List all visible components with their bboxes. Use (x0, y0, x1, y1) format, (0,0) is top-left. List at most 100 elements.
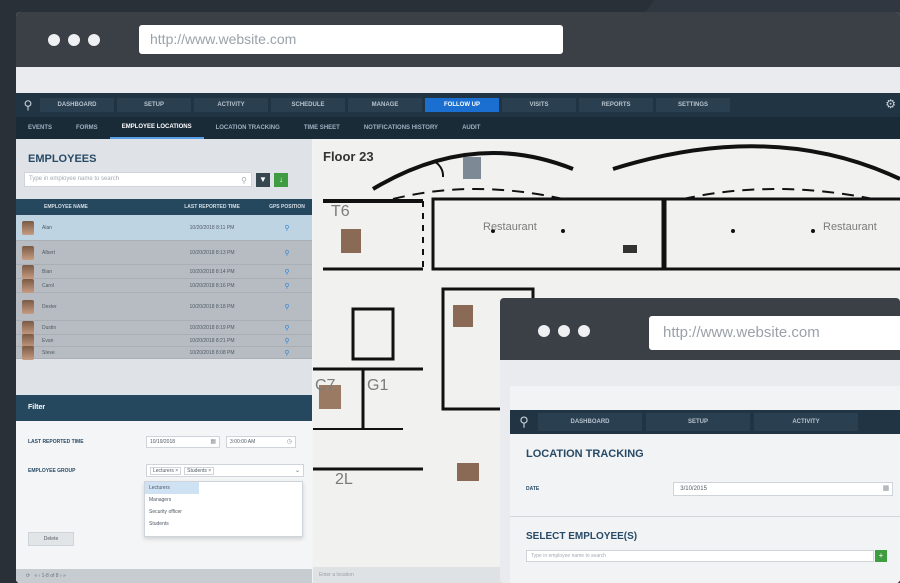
gps-pin-icon[interactable]: ⚲ (262, 324, 312, 332)
filter-icon[interactable]: ▼ (256, 172, 270, 187)
calendar-icon[interactable]: ▦ (883, 483, 890, 495)
employee-search-input[interactable]: Type in employee name to search + (526, 550, 887, 562)
employee-search-row: Type in employee name to search ⚲ ▼ ↓ (16, 172, 312, 187)
next-page-icon[interactable]: › (60, 573, 62, 579)
delete-button[interactable]: Delete (28, 532, 74, 546)
tab-time-sheet[interactable]: TIME SHEET (292, 118, 352, 138)
filter-panel: Filter LAST REPORTED TIME 10/19/2018 ▦ 3:… (16, 395, 312, 583)
employee-name: Bian (42, 268, 53, 275)
window-maximize-dot[interactable] (578, 325, 590, 337)
gear-icon[interactable]: ⚙ (885, 97, 896, 111)
select-employees-title: SELECT EMPLOYEE(S) (526, 531, 638, 542)
col-last-reported-time[interactable]: LAST REPORTED TIME (162, 204, 262, 210)
first-page-icon[interactable]: « (32, 573, 37, 579)
tag-students[interactable]: Students × (184, 466, 215, 475)
option-managers[interactable]: Managers (145, 494, 302, 506)
nav-settings[interactable]: SETTINGS (656, 98, 730, 112)
table-row[interactable]: Alan 10/20/2018 8:11 PM ⚲ (16, 215, 312, 241)
window-close-dot[interactable] (538, 325, 550, 337)
nav-schedule[interactable]: SCHEDULE (271, 98, 345, 112)
gps-pin-icon[interactable]: ⚲ (262, 303, 312, 311)
table-row[interactable]: Steve 10/20/2018 8:08 PM ⚲ (16, 345, 312, 360)
reported-time: 10/20/2018 8:19 PM (189, 324, 235, 331)
nav-setup[interactable]: SETUP (646, 413, 750, 431)
col-employee-name[interactable]: EMPLOYEE NAME (16, 204, 162, 210)
pager: ⟳ « ‹ 1-8 of 8 › » (16, 569, 312, 583)
employee-search-input[interactable]: Type in employee name to search ⚲ (24, 172, 252, 187)
option-lecturers[interactable]: Lecturers (145, 482, 199, 494)
date-label: DATE (526, 486, 540, 492)
address-bar[interactable]: http://www.website.com (649, 316, 900, 350)
date-input[interactable]: 10/19/2018 ▦ (146, 436, 220, 448)
nav-setup[interactable]: SETUP (117, 98, 191, 112)
window-close-dot[interactable] (48, 34, 60, 46)
floor-label: Floor 23 (323, 149, 374, 164)
location-input[interactable]: Enter a location (313, 567, 503, 583)
avatar (22, 299, 34, 314)
employees-panel: EMPLOYEES Type in employee name to searc… (16, 139, 312, 583)
prev-page-icon[interactable]: ‹ (39, 573, 41, 579)
nav-activity[interactable]: ACTIVITY (194, 98, 268, 112)
nav-visits[interactable]: VISITS (502, 98, 576, 112)
option-security-officer[interactable]: Security officer (145, 506, 302, 518)
window-minimize-dot[interactable] (558, 325, 570, 337)
export-icon[interactable]: ↓ (274, 172, 288, 187)
gps-pin-icon[interactable]: ⚲ (262, 282, 312, 290)
add-icon[interactable]: + (875, 550, 887, 562)
tab-location-tracking[interactable]: LOCATION TRACKING (204, 118, 292, 138)
avatar (22, 264, 34, 279)
address-bar[interactable]: http://www.website.com (139, 25, 563, 54)
tab-audit[interactable]: AUDIT (450, 118, 492, 138)
sub-nav: EVENTS FORMS EMPLOYEE LOCATIONS LOCATION… (16, 117, 900, 139)
table-row[interactable]: Albert 10/20/2018 8:13 PM ⚲ (16, 241, 312, 265)
window-minimize-dot[interactable] (68, 34, 80, 46)
nav-follow-up[interactable]: FOLLOW UP (425, 98, 499, 112)
gps-pin-icon[interactable]: ⚲ (262, 349, 312, 357)
nav-dashboard[interactable]: DASHBOARD (40, 98, 114, 112)
employee-group-select[interactable]: Lecturers × Students × ⌄ (146, 464, 304, 477)
window-maximize-dot[interactable] (88, 34, 100, 46)
reported-time: 10/20/2018 8:11 PM (189, 224, 235, 231)
table-row[interactable]: Evan 10/20/2018 8:21 PM ⚲ (16, 333, 312, 348)
gps-pin-icon[interactable]: ⚲ (262, 249, 312, 257)
location-pin-logo-icon[interactable]: ⚲ (510, 410, 538, 434)
tab-employee-locations[interactable]: EMPLOYEE LOCATIONS (109, 117, 204, 139)
table-row[interactable]: Bian 10/20/2018 8:14 PM ⚲ (16, 264, 312, 279)
refresh-icon[interactable]: ⟳ (26, 573, 30, 579)
tab-events[interactable]: EVENTS (16, 118, 64, 138)
last-page-icon[interactable]: » (63, 573, 66, 579)
employee-group-row: EMPLOYEE GROUP Lecturers × Students × ⌄ (16, 464, 312, 477)
nav-reports[interactable]: REPORTS (579, 98, 653, 112)
col-gps-position[interactable]: GPS POSITION (262, 204, 312, 210)
gps-pin-icon[interactable]: ⚲ (262, 268, 312, 276)
location-pin-logo-icon[interactable]: ⚲ (16, 93, 40, 117)
avatar (22, 245, 34, 260)
nav-dashboard[interactable]: DASHBOARD (538, 413, 642, 431)
table-row[interactable]: Carol 10/20/2018 8:16 PM ⚲ (16, 278, 312, 293)
calendar-icon[interactable]: ▦ (210, 437, 216, 447)
nav-manage[interactable]: MANAGE (348, 98, 422, 112)
time-value: 3:00:00 AM (230, 439, 256, 445)
pager-count: 1-8 of 8 (41, 573, 59, 579)
employee-group-label: EMPLOYEE GROUP (28, 467, 76, 474)
employee-name: Carol (42, 282, 54, 289)
group-dropdown: Lecturers Managers Security officer Stud… (144, 481, 303, 537)
reported-time: 10/20/2018 8:16 PM (189, 282, 235, 289)
nav-activity[interactable]: ACTIVITY (754, 413, 858, 431)
gps-pin-icon[interactable]: ⚲ (262, 337, 312, 345)
tab-forms[interactable]: FORMS (64, 118, 110, 138)
clock-icon[interactable]: ◷ (287, 437, 292, 447)
reported-time: 10/20/2018 8:08 PM (189, 349, 235, 356)
room-label: 2L (335, 471, 353, 488)
room-label: Restaurant (823, 221, 877, 233)
avatar (22, 320, 34, 335)
gps-pin-icon[interactable]: ⚲ (262, 224, 312, 232)
tab-notifications-history[interactable]: NOTIFICATIONS HISTORY (352, 118, 450, 138)
tag-lecturers[interactable]: Lecturers × (150, 466, 182, 475)
option-students[interactable]: Students (145, 518, 302, 530)
chevron-down-icon[interactable]: ⌄ (295, 467, 300, 474)
table-row[interactable]: Dexter 10/20/2018 8:18 PM ⚲ (16, 293, 312, 321)
table-row[interactable]: Dustin 10/20/2018 8:19 PM ⚲ (16, 320, 312, 335)
time-input[interactable]: 3:00:00 AM ◷ (226, 436, 296, 448)
date-input[interactable]: 3/10/2015 ▦ (673, 482, 894, 496)
